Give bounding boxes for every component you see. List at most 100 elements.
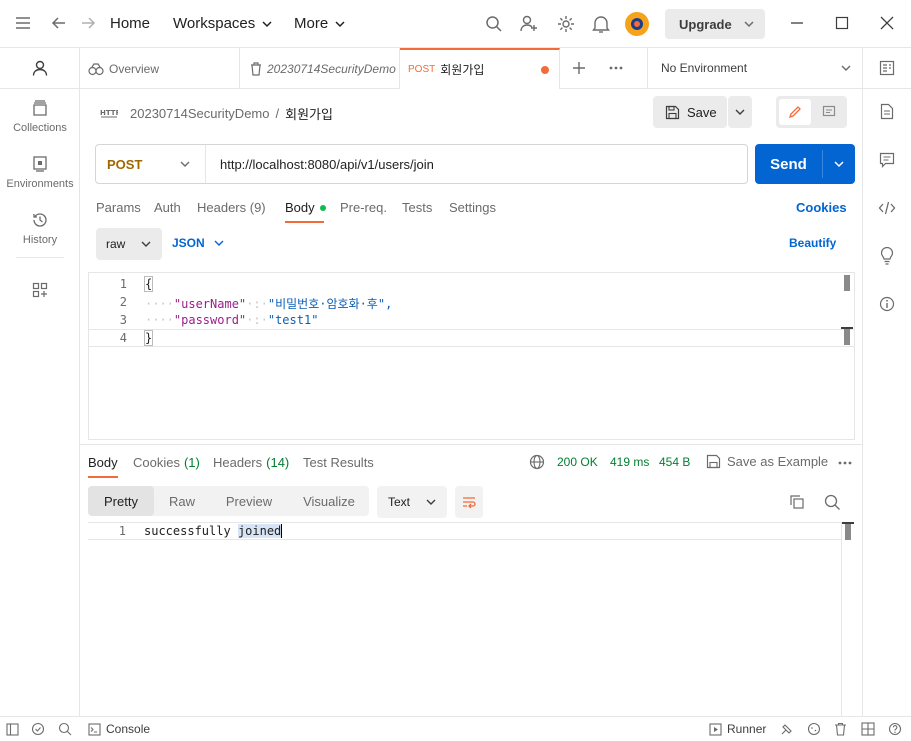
globe-icon[interactable] (529, 454, 545, 470)
sidebar-item-collections[interactable]: Collections (0, 99, 80, 134)
code-snippet-icon[interactable] (878, 200, 896, 216)
invite-user-icon[interactable] (519, 14, 539, 34)
more-options-icon[interactable] (837, 460, 853, 466)
forward-arrow-icon[interactable] (80, 15, 96, 31)
tab-headers[interactable]: Headers (9) (197, 200, 266, 215)
method-select[interactable]: POST (96, 145, 206, 183)
colon: ·:· (246, 297, 268, 311)
sidebar-item-environments[interactable]: Environments (0, 155, 80, 190)
comment-mode-button[interactable] (814, 99, 844, 125)
breadcrumb-collection[interactable]: 20230714SecurityDemo (130, 106, 269, 121)
response-time[interactable]: 419 ms (610, 455, 649, 469)
home-link[interactable]: Home (110, 15, 150, 32)
capture-icon[interactable] (780, 722, 794, 736)
workspaces-menu[interactable]: Workspaces (173, 15, 273, 32)
cookies-icon[interactable] (807, 722, 821, 736)
more-tabs-icon[interactable] (608, 65, 624, 71)
document-icon[interactable] (880, 103, 894, 120)
view-preview[interactable]: Preview (212, 486, 286, 516)
upgrade-button[interactable]: Upgrade (665, 9, 765, 39)
search-icon[interactable] (824, 494, 841, 511)
tab-params[interactable]: Params (96, 200, 141, 215)
tab-body[interactable]: Body (285, 200, 326, 215)
wrap-lines-button[interactable] (455, 486, 483, 518)
request-body-editor[interactable]: 1 2 3 4 { ····"userName"·:·"비밀번호·암호화·후",… (88, 272, 855, 440)
cookies-link[interactable]: Cookies (796, 200, 847, 215)
response-format-select[interactable]: Text (377, 486, 447, 518)
body-language-select[interactable]: JSON (172, 236, 225, 250)
upgrade-label: Upgrade (679, 16, 732, 32)
search-icon[interactable] (485, 15, 503, 33)
console-button[interactable]: Console (88, 722, 150, 736)
documentation-panel-icon[interactable] (879, 60, 895, 76)
lightbulb-icon[interactable] (879, 247, 895, 265)
response-tab-body[interactable]: Body (88, 455, 118, 470)
avatar[interactable] (625, 12, 649, 36)
trash-icon[interactable] (834, 722, 847, 736)
sidebar-item-profile[interactable] (0, 59, 80, 82)
tab-settings[interactable]: Settings (449, 200, 496, 215)
tab-prereq[interactable]: Pre-req. (340, 200, 387, 215)
help-icon[interactable] (888, 722, 902, 736)
menu-icon[interactable] (14, 14, 32, 32)
line-number: 3 (119, 313, 127, 327)
pane-divider[interactable] (80, 444, 862, 445)
response-scroll-thumb[interactable] (845, 524, 851, 540)
body-mode-select[interactable]: raw (96, 228, 162, 260)
send-options-button[interactable] (823, 144, 855, 184)
collections-icon (33, 100, 47, 116)
view-raw[interactable]: Raw (156, 486, 208, 516)
tab-auth[interactable]: Auth (154, 200, 181, 215)
runner-button[interactable]: Runner (709, 722, 766, 736)
notification-bell-icon[interactable] (592, 14, 610, 34)
tab-active-request[interactable]: POST 회원가입 (400, 48, 560, 89)
sidebar-item-history[interactable]: History (0, 211, 80, 246)
layout-grid-icon[interactable] (861, 722, 875, 736)
save-options-button[interactable] (728, 96, 752, 128)
maximize-icon[interactable] (834, 15, 850, 31)
response-size[interactable]: 454 B (659, 455, 690, 469)
editor-scrollbar[interactable] (844, 275, 850, 291)
check-status-icon[interactable] (31, 722, 45, 736)
tab-overview[interactable]: Overview (80, 48, 240, 89)
code-line: ····"password"·:·"test1" (145, 313, 318, 327)
body-indicator-dot (319, 204, 326, 211)
toggle-sidebar-icon[interactable] (6, 723, 19, 736)
view-pretty[interactable]: Pretty (88, 486, 154, 516)
new-tab-plus-icon[interactable] (571, 60, 587, 76)
tab-tests[interactable]: Tests (402, 200, 432, 215)
minimize-icon[interactable] (789, 15, 805, 31)
more-label: More (294, 15, 329, 32)
environment-select[interactable]: No Environment (647, 48, 862, 88)
response-tab-headers[interactable]: Headers (14) (213, 455, 289, 470)
find-icon[interactable] (58, 722, 72, 736)
info-icon[interactable] (879, 296, 895, 312)
chevron-down-icon (734, 106, 746, 118)
close-icon[interactable] (879, 15, 895, 31)
breadcrumb-request[interactable]: 회원가입 (285, 104, 333, 123)
url-input[interactable]: http://localhost:8080/api/v1/users/join (220, 157, 434, 172)
copy-icon[interactable] (789, 494, 805, 510)
response-body-viewer[interactable]: 1 successfully joined (88, 522, 855, 716)
editor-scroll-thumb[interactable] (844, 329, 850, 345)
chevron-down-icon (213, 237, 225, 249)
back-arrow-icon[interactable] (51, 15, 67, 31)
tab-collection[interactable]: 20230714SecurityDemo (240, 48, 400, 89)
response-tab-cookies[interactable]: Cookies (1) (133, 455, 200, 470)
status-code[interactable]: 200 OK (557, 455, 598, 469)
response-scroll-track[interactable] (841, 522, 842, 716)
response-tab-tests[interactable]: Test Results (303, 455, 374, 470)
comments-icon[interactable] (879, 152, 895, 168)
save-disk-icon (665, 105, 680, 120)
settings-gear-icon[interactable] (556, 14, 576, 34)
view-visualize[interactable]: Visualize (290, 486, 368, 516)
more-menu[interactable]: More (294, 15, 346, 32)
sidebar-item-configure[interactable] (0, 282, 80, 303)
save-as-example-button[interactable]: Save as Example (706, 454, 828, 469)
chevron-down-icon (179, 158, 191, 170)
send-button[interactable]: Send (755, 144, 822, 184)
save-button[interactable]: Save (653, 96, 727, 128)
beautify-link[interactable]: Beautify (789, 236, 836, 250)
edit-mode-button[interactable] (779, 99, 811, 125)
unsaved-dot-icon[interactable] (541, 65, 549, 74)
